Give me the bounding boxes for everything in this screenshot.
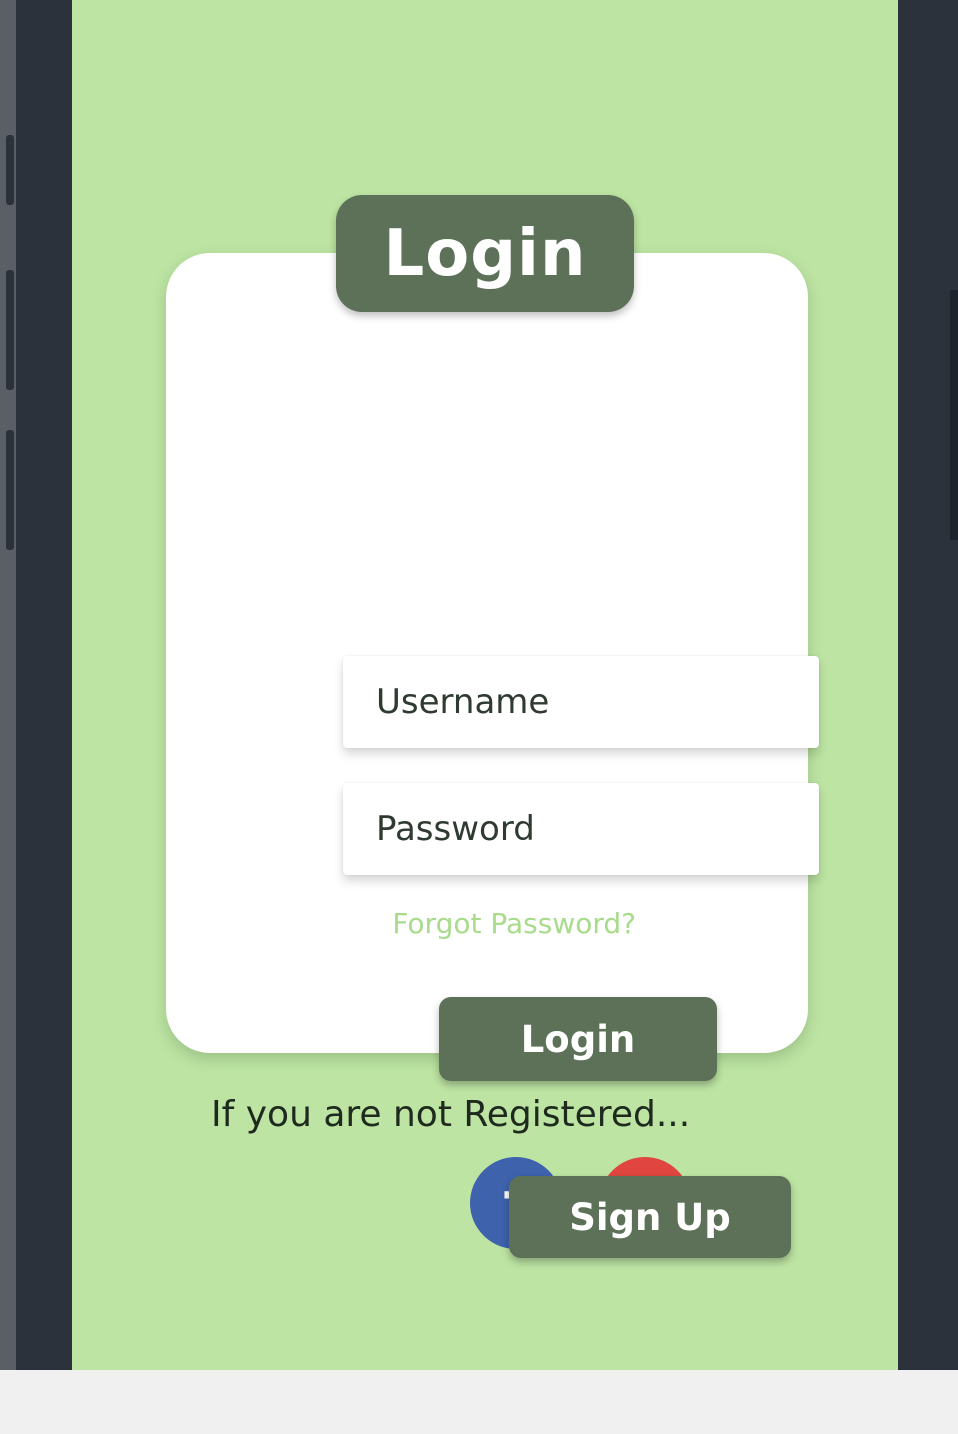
app-screen: Username Password Forgot Password? Login… <box>72 0 898 1370</box>
login-card: Username Password Forgot Password? Login… <box>166 253 819 1249</box>
login-title-tab: Login <box>336 195 634 312</box>
phone-edge-left <box>0 0 16 1370</box>
login-button[interactable]: Login <box>439 997 717 1081</box>
sign-up-button-label: Sign Up <box>569 1195 731 1239</box>
forgot-password-link[interactable]: Forgot Password? <box>392 907 636 940</box>
phone-frame: Username Password Forgot Password? Login… <box>0 0 958 1370</box>
phone-volume-down-button <box>6 430 14 550</box>
page-title: Login <box>383 216 587 291</box>
phone-volume-up-button <box>6 270 14 390</box>
phone-side-button <box>6 135 14 205</box>
sign-up-button[interactable]: Sign Up <box>509 1176 791 1258</box>
login-button-label: Login <box>520 1017 636 1061</box>
phone-power-button <box>950 290 958 540</box>
password-field[interactable]: Password <box>343 783 819 875</box>
username-field[interactable]: Username <box>343 656 819 748</box>
username-placeholder: Username <box>376 682 550 722</box>
bottom-background <box>0 1370 958 1434</box>
not-registered-text: If you are not Registered... <box>211 1094 691 1135</box>
password-placeholder: Password <box>376 809 535 849</box>
